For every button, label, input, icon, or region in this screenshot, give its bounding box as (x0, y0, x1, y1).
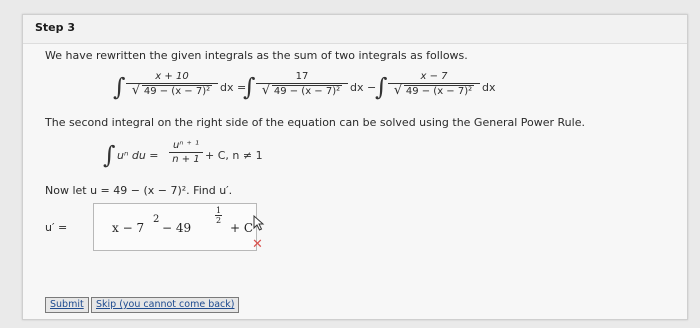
rhs-numerator: x − 7 (420, 71, 448, 82)
answer-plus-c: + C (230, 221, 254, 235)
mid-dx: dx − (350, 81, 377, 94)
power-rule-fraction: uⁿ ⁺ ¹ n + 1 (169, 140, 203, 165)
rhs-denominator: 49 − (x − 7)² (403, 85, 475, 97)
answer-input[interactable]: x − 7 2 − 49 1 2 + C (93, 203, 257, 251)
answer-exponent-half: 1 2 (215, 206, 222, 225)
intro-text: We have rewritten the given integrals as… (45, 49, 468, 62)
integral-sign: ∫ (103, 141, 116, 169)
mid-numerator: 17 (295, 71, 309, 82)
answer-exponent-2: 2 (153, 214, 160, 225)
mid-denominator: 49 − (x − 7)² (271, 85, 343, 97)
power-rule-denominator: n + 1 (172, 154, 200, 165)
power-rule-tail: + C, n ≠ 1 (205, 149, 263, 162)
submit-button[interactable]: Submit (45, 297, 89, 313)
rhs-fraction: x − 7 49 − (x − 7)² (388, 71, 480, 98)
answer-expression: x − 7 (112, 221, 145, 235)
lhs-fraction: x + 10 49 − (x − 7)² (126, 71, 218, 98)
skip-button[interactable]: Skip (you cannot come back) (91, 297, 240, 313)
rhs-dx: dx (482, 81, 496, 94)
answer-minus-49: − 49 (162, 221, 192, 235)
integral-sign: ∫ (113, 73, 126, 101)
lhs-denominator: 49 − (x − 7)² (141, 85, 213, 97)
integral-sign: ∫ (243, 73, 256, 101)
second-integral-text: The second integral on the right side of… (45, 116, 585, 129)
step-panel: Step 3 We have rewritten the given integ… (22, 14, 688, 320)
let-u-text: Now let u = 49 − (x − 7)². Find u′. (45, 184, 233, 197)
power-rule-integrand: uⁿ du = (117, 149, 159, 162)
power-rule-numerator: uⁿ ⁺ ¹ (173, 140, 199, 151)
step-header: Step 3 (23, 15, 687, 44)
mouse-cursor-icon (253, 215, 265, 231)
integral-sign: ∫ (375, 73, 388, 101)
step-title: Step 3 (35, 21, 75, 34)
mid-fraction: 17 49 − (x − 7)² (256, 71, 348, 98)
lhs-numerator: x + 10 (155, 71, 189, 82)
incorrect-x-icon: ✕ (252, 237, 263, 252)
answer-label: u′ = (45, 221, 68, 234)
